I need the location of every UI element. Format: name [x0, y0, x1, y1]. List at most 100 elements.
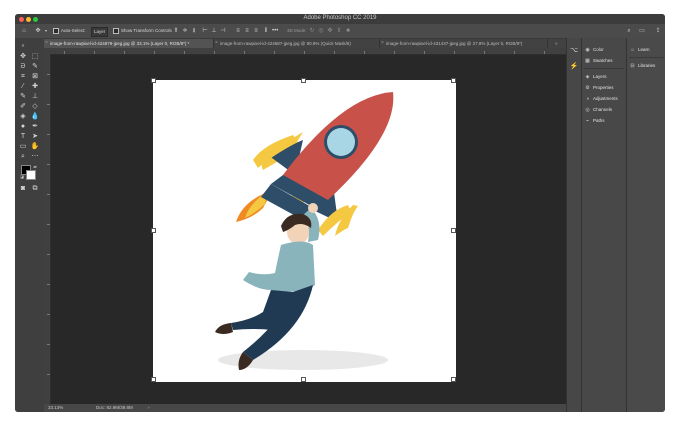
close-tab-icon[interactable]: × [215, 39, 218, 48]
history-brush-tool-icon[interactable]: ✐ [18, 102, 28, 111]
options-bar: ⌂ ✥ ▾ Auto-Select: Layer Show Transform … [15, 24, 665, 39]
paths-panel-tab[interactable]: ⌁ Paths [584, 117, 605, 125]
transform-handle[interactable] [151, 78, 156, 83]
align-middle-icon[interactable]: ≑ [182, 28, 188, 34]
swatches-panel-tab[interactable]: ▦ Swatches [584, 57, 613, 65]
color-icon: ◉ [585, 47, 590, 53]
lasso-tool-icon[interactable]: ᘐ [18, 62, 28, 71]
3d-roll-icon[interactable]: ◎ [318, 28, 324, 34]
more-tools-icon[interactable]: ⋯ [30, 152, 40, 161]
transform-handle[interactable] [301, 377, 306, 382]
transform-handle[interactable] [151, 377, 156, 382]
transform-handle[interactable] [151, 228, 156, 233]
learn-panel-label: Learn [638, 47, 650, 52]
status-menu-icon[interactable]: › [148, 404, 150, 412]
quick-mask-icon[interactable]: ◙ [18, 184, 28, 193]
transform-handle[interactable] [301, 78, 306, 83]
channels-panel-label: Channels [593, 107, 613, 112]
rocket-illustration [215, 92, 394, 370]
distribute-top-icon[interactable]: ≡ [235, 28, 241, 34]
3d-scale-icon[interactable]: ■ [345, 28, 351, 34]
transform-handle[interactable] [451, 228, 456, 233]
align-right-icon[interactable]: ⊣ [220, 28, 226, 34]
history-panel-icon[interactable]: ⌥ [569, 46, 579, 55]
type-tool-icon[interactable]: T [18, 132, 28, 141]
more-tabs-icon[interactable]: » [552, 39, 566, 48]
zoom-tool-icon[interactable]: ⌕ [18, 152, 28, 161]
more-options-icon[interactable]: ••• [272, 28, 278, 34]
move-tool-icon[interactable]: ✥ [18, 52, 28, 61]
3d-orbit-icon[interactable]: ↻ [309, 28, 315, 34]
libraries-panel-tab[interactable]: ⊟ Libraries [629, 62, 655, 70]
share-icon[interactable]: ⇪ [655, 28, 661, 34]
transform-handle[interactable] [451, 78, 456, 83]
learn-panel-tab[interactable]: ☼ Learn [629, 46, 650, 54]
document-canvas[interactable] [151, 78, 456, 382]
distribute-middle-icon[interactable]: ≡ [244, 28, 250, 34]
default-colors-icon[interactable]: ◪ [17, 172, 27, 181]
pen-tool-icon[interactable]: ✒ [30, 122, 40, 131]
frame-tool-icon[interactable]: ⊠ [30, 72, 40, 81]
adjustments-panel-tab[interactable]: ◑ Adjustments [584, 95, 618, 103]
swap-colors-icon[interactable]: ⇄ [30, 162, 40, 171]
layers-panel-tab[interactable]: ◈ Layers [584, 73, 607, 81]
search-icon[interactable]: ⌕ [626, 28, 632, 34]
auto-select-target-dropdown[interactable]: Layer [91, 27, 109, 37]
brush-tool-icon[interactable]: ✎ [18, 92, 28, 101]
paint-bucket-tool-icon[interactable]: ◈ [18, 112, 28, 121]
clone-stamp-tool-icon[interactable]: ⊥ [30, 92, 40, 101]
dodge-tool-icon[interactable]: ● [18, 122, 28, 131]
move-tool-icon[interactable]: ✥ [35, 28, 41, 34]
tab-document-3[interactable]: × image-from-rawpixel-id-431437-jpeg.jpg… [380, 39, 548, 48]
hand-tool-icon[interactable]: ✋ [30, 142, 40, 151]
zoom-level[interactable]: 33.13% [48, 404, 63, 412]
title-bar: Adobe Photoshop CC 2019 [15, 14, 665, 24]
close-tab-icon[interactable]: × [45, 39, 48, 48]
blur-tool-icon[interactable]: 💧 [30, 112, 40, 121]
learn-libraries-column: ☼ Learn ⊟ Libraries [626, 38, 665, 412]
quick-selection-tool-icon[interactable]: ✎ [30, 62, 40, 71]
close-tab-icon[interactable]: × [381, 39, 384, 48]
properties-icon: ⚙ [585, 85, 590, 91]
align-bottom-icon[interactable]: ⫫ [191, 28, 197, 34]
home-icon[interactable]: ⌂ [21, 28, 27, 34]
healing-brush-tool-icon[interactable]: ✚ [30, 82, 40, 91]
collapse-icon[interactable]: » [18, 42, 28, 51]
eyedropper-tool-icon[interactable]: ⁄ [18, 82, 28, 91]
chevron-down-icon[interactable]: ▾ [43, 28, 49, 34]
marquee-tool-icon[interactable]: ⬚ [30, 52, 40, 61]
3d-slide-icon[interactable]: ⇕ [336, 28, 342, 34]
document-tabs: × image-from-rawpixel-id-424879-jpeg.jpg… [44, 39, 566, 48]
background-color-swatch[interactable] [26, 170, 36, 180]
align-left-icon[interactable]: ⊢ [202, 28, 208, 34]
rectangle-tool-icon[interactable]: ▭ [18, 142, 28, 151]
swatches-panel-label: Swatches [593, 58, 613, 63]
horizontal-ruler[interactable] [44, 48, 566, 55]
channels-panel-tab[interactable]: ◎ Channels [584, 106, 612, 114]
properties-panel-label: Properties [593, 85, 614, 90]
libraries-panel-label: Libraries [638, 63, 656, 68]
align-top-icon[interactable]: ⫪ [173, 28, 179, 34]
align-center-icon[interactable]: ⊥ [211, 28, 217, 34]
layers-panel-label: Layers [593, 74, 607, 79]
distribute-horizontal-icon[interactable]: ⦀ [263, 28, 269, 34]
show-transform-checkbox[interactable]: Show Transform Controls [113, 27, 172, 35]
3d-drag-icon[interactable]: ✥ [327, 28, 333, 34]
tab-label: image-from-rawpixel-id-424879-jpeg.jpg @… [50, 41, 190, 46]
tab-document-2[interactable]: × image-from-rawpixel-id-424687-jpeg.jpg… [214, 39, 380, 48]
color-panel-tab[interactable]: ◉ Color [584, 46, 603, 54]
properties-panel-icon[interactable]: ⚡ [569, 62, 579, 71]
properties-panel-tab[interactable]: ⚙ Properties [584, 84, 614, 92]
distribute-bottom-icon[interactable]: ≡ [253, 28, 259, 34]
screen-mode-icon[interactable]: ⧉ [30, 184, 40, 193]
path-selection-tool-icon[interactable]: ➤ [30, 132, 40, 141]
vertical-ruler[interactable] [44, 54, 51, 404]
document-size: Doc: 82.9M/39.8M [96, 405, 133, 410]
auto-select-checkbox[interactable]: Auto-Select: [53, 27, 86, 35]
canvas-area[interactable] [51, 55, 566, 404]
crop-tool-icon[interactable]: ⌗ [18, 72, 28, 81]
eraser-tool-icon[interactable]: ◇ [30, 102, 40, 111]
workspace-icon[interactable]: ▭ [639, 28, 645, 34]
transform-handle[interactable] [451, 377, 456, 382]
tab-document-1[interactable]: × image-from-rawpixel-id-424879-jpeg.jpg… [44, 39, 214, 48]
